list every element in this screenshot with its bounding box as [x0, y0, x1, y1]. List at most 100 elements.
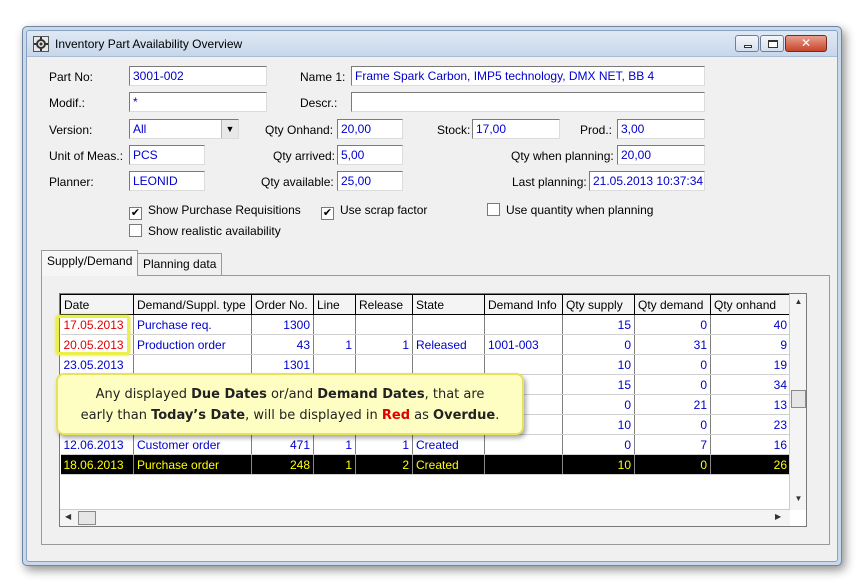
chevron-down-icon[interactable]: ▼ [221, 120, 238, 138]
cell-line[interactable]: 1 [313, 334, 356, 355]
vertical-scrollbar[interactable]: ▲ ▼ [789, 294, 806, 510]
use-quantity-when-planning-checkbox[interactable]: Use quantity when planning [487, 203, 653, 217]
cell-release[interactable] [355, 314, 413, 335]
scroll-thumb[interactable] [791, 390, 806, 408]
cell-qty-supply[interactable]: 15 [562, 374, 635, 395]
table-row[interactable]: 12.06.2013 Customer order 471 1 1 Created 0 7 16 [60, 434, 791, 455]
cell-qty-demand[interactable]: 0 [634, 314, 711, 335]
use-scrap-factor-checkbox[interactable]: ✔ Use scrap factor [321, 203, 427, 220]
cell-release[interactable]: 2 [355, 454, 413, 475]
scroll-up-icon[interactable]: ▲ [790, 297, 807, 306]
cell-qty-demand[interactable]: 21 [634, 394, 711, 415]
cell-line[interactable] [313, 354, 356, 375]
cell-line[interactable]: 1 [313, 454, 356, 475]
cell-state[interactable]: Created [412, 434, 485, 455]
cell-qty-onhand[interactable]: 16 [710, 434, 791, 455]
cell-demand-info[interactable] [484, 314, 563, 335]
unit-field[interactable]: PCS [129, 145, 205, 165]
gear-icon[interactable] [33, 36, 49, 52]
descr-field[interactable] [351, 92, 705, 112]
show-realistic-availability-checkbox[interactable]: Show realistic availability [129, 224, 281, 238]
cell-release[interactable]: 1 [355, 434, 413, 455]
cell-type[interactable]: Purchase req. [133, 314, 252, 335]
cell-type[interactable]: Purchase order [133, 454, 252, 475]
cell-date[interactable]: 23.05.2013 [60, 354, 134, 375]
cell-qty-demand[interactable]: 0 [634, 374, 711, 395]
cell-qty-onhand[interactable]: 13 [710, 394, 791, 415]
cell-release[interactable]: 1 [355, 334, 413, 355]
cell-qty-demand[interactable]: 7 [634, 434, 711, 455]
maximize-button[interactable] [760, 35, 784, 52]
cell-qty-supply[interactable]: 0 [562, 434, 635, 455]
show-purchase-requisitions-checkbox[interactable]: ✔ Show Purchase Requisitions [129, 203, 301, 220]
cell-qty-onhand[interactable]: 9 [710, 334, 791, 355]
last-planning-field[interactable]: 21.05.2013 10:37:34 [589, 171, 705, 191]
modif-field[interactable]: * [129, 92, 267, 112]
tab-supply-demand[interactable]: Supply/Demand [41, 250, 139, 276]
cell-qty-supply[interactable]: 0 [562, 334, 635, 355]
cell-type[interactable]: Customer order [133, 434, 252, 455]
qty-arrived-field[interactable]: 5,00 [337, 145, 403, 165]
scroll-down-icon[interactable]: ▼ [790, 494, 807, 503]
column-header[interactable]: Order No. [251, 294, 314, 315]
cell-qty-onhand[interactable]: 34 [710, 374, 791, 395]
table-row[interactable]: 20.05.2013 Production order 43 1 1 Released 10… [60, 334, 791, 355]
cell-qty-supply[interactable]: 10 [562, 354, 635, 375]
cell-demand-info[interactable] [484, 434, 563, 455]
column-header[interactable]: Qty onhand [710, 294, 791, 315]
cell-qty-supply[interactable]: 10 [562, 454, 635, 475]
cell-order-no[interactable]: 1300 [251, 314, 314, 335]
table-row[interactable]: 17.05.2013 Purchase req. 1300 15 0 40 [60, 314, 791, 335]
cell-qty-onhand[interactable]: 19 [710, 354, 791, 375]
title-bar[interactable]: Inventory Part Availability Overview ✕ [27, 31, 837, 57]
cell-state[interactable]: Created [412, 454, 485, 475]
cell-date[interactable]: 20.05.2013 [60, 334, 134, 355]
cell-qty-supply[interactable]: 10 [562, 414, 635, 435]
cell-qty-supply[interactable]: 0 [562, 394, 635, 415]
name1-field[interactable]: Frame Spark Carbon, IMP5 technology, DMX… [351, 66, 705, 86]
cell-type[interactable] [133, 354, 252, 375]
cell-order-no[interactable]: 1301 [251, 354, 314, 375]
cell-qty-supply[interactable]: 15 [562, 314, 635, 335]
cell-state[interactable] [412, 354, 485, 375]
horizontal-scrollbar[interactable]: ◀ ▶ [60, 509, 790, 526]
cell-demand-info[interactable] [484, 454, 563, 475]
cell-order-no[interactable]: 43 [251, 334, 314, 355]
column-header[interactable]: Demand/Suppl. type [133, 294, 252, 315]
table-row[interactable]: 18.06.2013 Purchase order 248 1 2 Created 10 0 2… [60, 454, 791, 475]
column-header[interactable]: Qty demand [634, 294, 711, 315]
cell-date[interactable]: 17.05.2013 [60, 314, 134, 335]
column-header[interactable]: Line [313, 294, 356, 315]
cell-demand-info[interactable]: 1001-003 [484, 334, 563, 355]
column-header[interactable]: Demand Info [484, 294, 563, 315]
cell-line[interactable]: 1 [313, 434, 356, 455]
cell-qty-onhand[interactable]: 23 [710, 414, 791, 435]
cell-order-no[interactable]: 471 [251, 434, 314, 455]
cell-release[interactable] [355, 354, 413, 375]
planner-field[interactable]: LEONID [129, 171, 205, 191]
version-select[interactable]: All ▼ [129, 119, 239, 139]
column-header[interactable]: Qty supply [562, 294, 635, 315]
qty-available-field[interactable]: 25,00 [337, 171, 403, 191]
cell-line[interactable] [313, 314, 356, 335]
cell-type[interactable]: Production order [133, 334, 252, 355]
scroll-left-icon[interactable]: ◀ [65, 512, 71, 521]
part-no-field[interactable]: 3001-002 [129, 66, 267, 86]
cell-qty-demand[interactable]: 0 [634, 454, 711, 475]
cell-demand-info[interactable] [484, 354, 563, 375]
prod-field[interactable]: 3,00 [617, 119, 705, 139]
cell-order-no[interactable]: 248 [251, 454, 314, 475]
cell-qty-demand[interactable]: 0 [634, 414, 711, 435]
column-header[interactable]: State [412, 294, 485, 315]
scroll-right-icon[interactable]: ▶ [775, 512, 781, 521]
minimize-button[interactable] [735, 35, 759, 52]
tab-planning-data[interactable]: Planning data [137, 253, 223, 275]
cell-qty-onhand[interactable]: 26 [710, 454, 791, 475]
cell-qty-demand[interactable]: 31 [634, 334, 711, 355]
cell-state[interactable]: Released [412, 334, 485, 355]
qty-onhand-field[interactable]: 20,00 [337, 119, 403, 139]
cell-date[interactable]: 18.06.2013 [60, 454, 134, 475]
column-header[interactable]: Release [355, 294, 413, 315]
column-header[interactable]: Date [60, 294, 134, 315]
table-row[interactable]: 23.05.2013 1301 10 0 19 [60, 354, 791, 375]
